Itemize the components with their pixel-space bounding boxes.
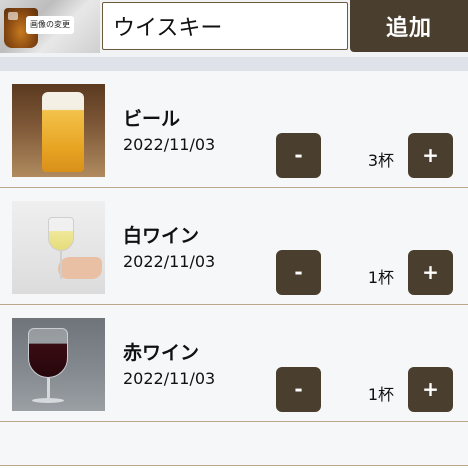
list-item: 白ワイン 2022/11/03 - 1杯 +	[0, 188, 468, 305]
drink-count: 1杯	[367, 268, 394, 287]
drink-name: 白ワイン	[123, 225, 200, 247]
divider-bar	[0, 57, 468, 71]
red-wine-glass-image	[12, 318, 105, 411]
drink-count: 3杯	[367, 151, 394, 170]
drink-count: 1杯	[367, 385, 394, 404]
increment-button[interactable]: +	[408, 250, 453, 295]
white-wine-glass-image	[12, 201, 105, 294]
change-image-button[interactable]: 画像の変更	[0, 0, 100, 53]
add-button[interactable]: 追加	[350, 0, 468, 52]
beer-glass-image	[12, 84, 105, 177]
decrement-button[interactable]: -	[276, 367, 321, 412]
list-item-empty	[0, 422, 468, 466]
list-item: ビール 2022/11/03 - 3杯 +	[0, 71, 468, 188]
list-item: 赤ワイン 2022/11/03 - 1杯 +	[0, 305, 468, 422]
drink-list: ビール 2022/11/03 - 3杯 + 白ワイン 2022/11/03 - …	[0, 71, 468, 466]
drink-name: ビール	[123, 108, 181, 130]
increment-button[interactable]: +	[408, 133, 453, 178]
decrement-button[interactable]: -	[276, 133, 321, 178]
header-bar: 画像の変更 追加	[0, 0, 468, 57]
decrement-button[interactable]: -	[276, 250, 321, 295]
drink-date: 2022/11/03	[123, 369, 216, 388]
drink-date: 2022/11/03	[123, 252, 216, 271]
drink-name: 赤ワイン	[123, 342, 200, 364]
drink-name-input[interactable]	[102, 2, 348, 50]
increment-button[interactable]: +	[408, 367, 453, 412]
drink-date: 2022/11/03	[123, 135, 216, 154]
change-image-label: 画像の変更	[26, 16, 74, 34]
